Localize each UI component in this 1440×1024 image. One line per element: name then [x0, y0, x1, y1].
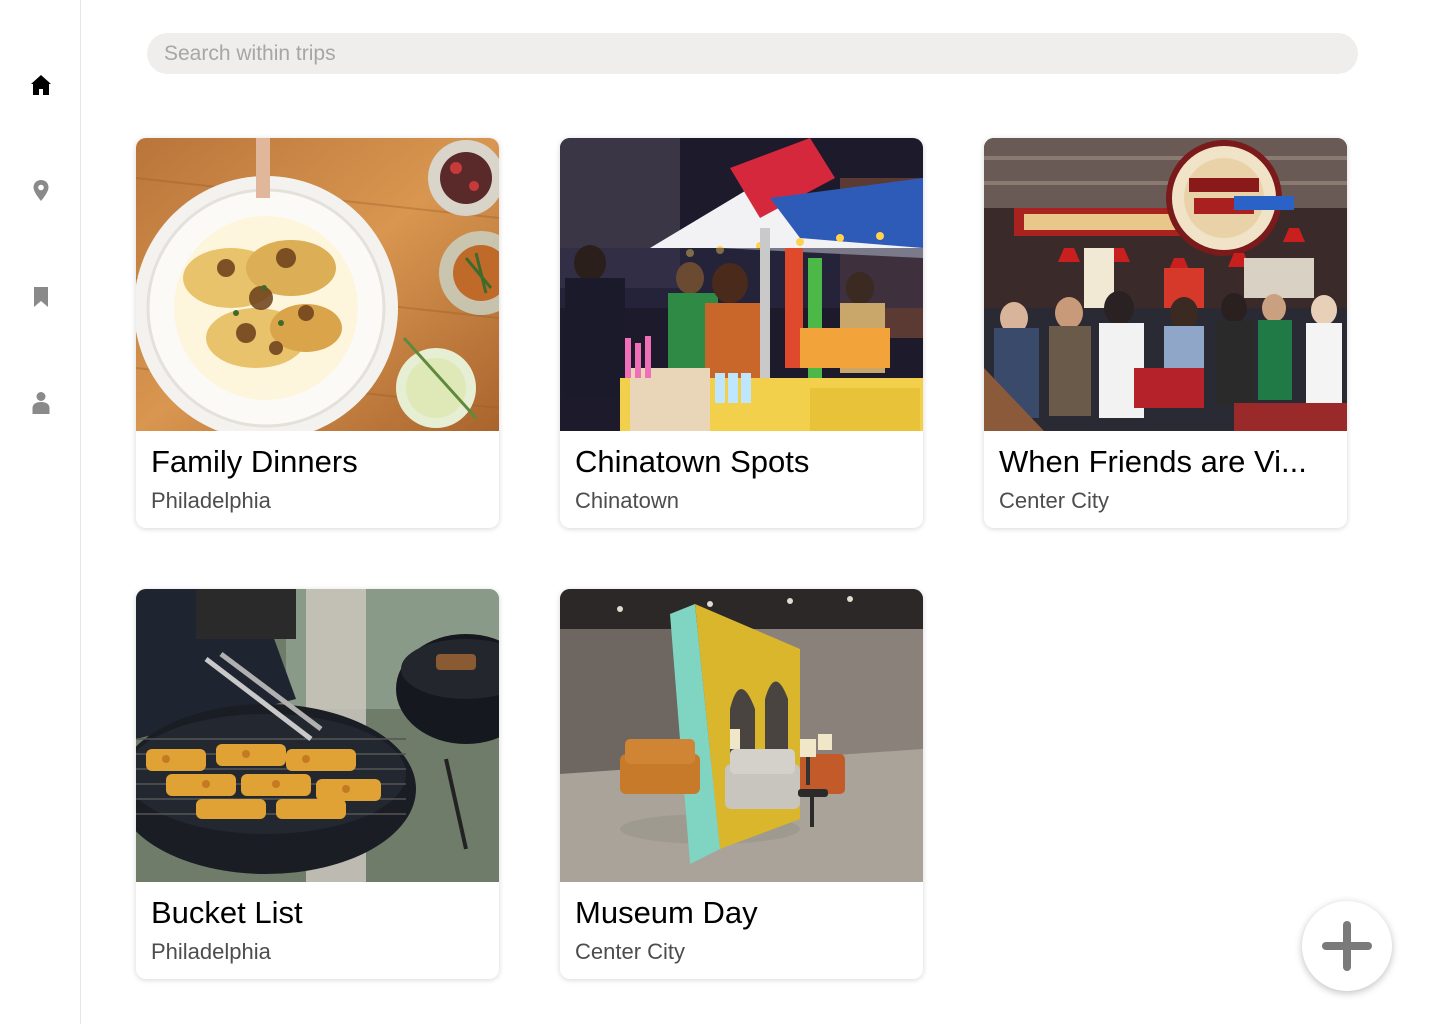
trip-card-family-dinners[interactable]: Family Dinners Philadelphia [136, 138, 499, 528]
home-icon [31, 75, 51, 95]
add-trip-button[interactable] [1302, 901, 1392, 991]
trip-card-museum-day[interactable]: Museum Day Center City [560, 589, 923, 979]
food-market-interior-photo [984, 138, 1347, 431]
trip-title: Museum Day [575, 895, 758, 930]
sidebar-item-map[interactable] [28, 178, 54, 204]
night-market-stall-photo [560, 138, 923, 431]
location-pin-icon [33, 180, 49, 201]
trip-card-bucket-list[interactable]: Bucket List Philadelphia [136, 589, 499, 979]
search-bar[interactable] [147, 33, 1358, 74]
trip-location: Chinatown [575, 488, 679, 513]
trip-card-when-friends-visit[interactable]: When Friends are Vi... Center City [984, 138, 1347, 528]
trip-card-chinatown-spots[interactable]: Chinatown Spots Chinatown [560, 138, 923, 528]
person-icon [32, 392, 50, 414]
trip-location: Philadelphia [151, 488, 271, 513]
gallery-installation-photo [560, 589, 923, 882]
trip-location: Philadelphia [151, 939, 271, 964]
trip-title: When Friends are Vi... [999, 444, 1307, 479]
sidebar-item-home[interactable] [28, 72, 54, 98]
sidebar-item-profile[interactable] [28, 390, 54, 416]
plus-icon [1322, 921, 1372, 971]
plate-of-pierogies-photo [136, 138, 499, 431]
sidebar [0, 0, 81, 1024]
trip-title: Chinatown Spots [575, 444, 810, 479]
grilling-skewers-photo [136, 589, 499, 882]
trip-title: Family Dinners [151, 444, 358, 479]
search-input[interactable] [147, 40, 1358, 67]
trip-location: Center City [999, 488, 1110, 513]
sidebar-item-saved[interactable] [28, 284, 54, 310]
trip-location: Center City [575, 939, 686, 964]
trip-title: Bucket List [151, 895, 303, 930]
bookmark-icon [34, 287, 48, 307]
